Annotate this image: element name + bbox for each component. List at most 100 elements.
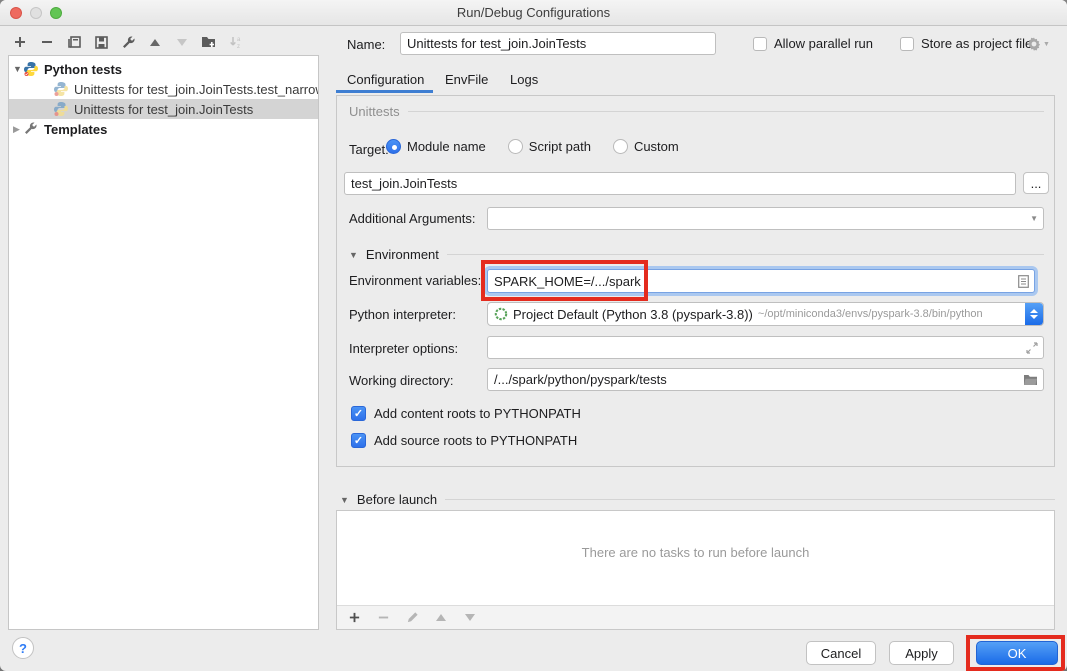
name-input[interactable] — [401, 33, 715, 54]
cancel-button[interactable]: Cancel — [806, 641, 876, 665]
tree-item-label: Unittests for test_join.JoinTests — [74, 102, 253, 117]
move-up-button[interactable] — [147, 34, 163, 50]
working-directory-input[interactable] — [488, 369, 1023, 390]
configurations-tree: ▼ Python tests Unittests for test_join.J… — [8, 55, 319, 630]
combo-stepper-icon[interactable] — [1025, 303, 1043, 325]
ok-button[interactable]: OK — [976, 641, 1058, 665]
wrench-icon — [121, 35, 136, 50]
edit-templates-button[interactable] — [120, 34, 136, 50]
sort-configurations-button[interactable]: az — [228, 34, 244, 50]
radio-custom-label: Custom — [634, 139, 679, 154]
before-launch-title: Before launch — [357, 492, 437, 507]
module-field-wrap — [344, 172, 1016, 195]
title-bar: Run/Debug Configurations — [0, 0, 1067, 26]
tree-item-templates[interactable]: ▶ Templates — [9, 119, 318, 139]
move-task-down-button[interactable] — [462, 610, 478, 626]
new-folder-button[interactable] — [201, 34, 217, 50]
before-launch-toolbar — [337, 605, 1054, 629]
add-content-roots-label: Add content roots to PYTHONPATH — [374, 406, 581, 421]
target-label: Target: — [349, 142, 389, 157]
tree-item-python-tests[interactable]: ▼ Python tests — [9, 59, 318, 79]
chevron-down-icon[interactable]: ▼ — [13, 64, 23, 74]
radio-module-name-label: Module name — [407, 139, 486, 154]
chevron-right-icon[interactable]: ▶ — [13, 124, 23, 135]
add-source-roots-checkbox[interactable]: ✓ Add source roots to PYTHONPATH — [351, 433, 577, 448]
configurations-toolbar: az — [12, 31, 244, 53]
radio-custom[interactable] — [613, 139, 628, 154]
copy-icon — [67, 35, 82, 50]
chevron-down-icon: ▼ — [340, 495, 349, 505]
close-window-button[interactable] — [10, 7, 22, 19]
radio-script-path[interactable] — [508, 139, 523, 154]
before-launch-section-header[interactable]: ▼ Before launch — [340, 492, 1055, 507]
remove-icon — [40, 35, 54, 49]
move-down-icon — [177, 39, 187, 46]
python-interpreter-select[interactable]: Project Default (Python 3.8 (pyspark-3.8… — [487, 302, 1044, 326]
save-configuration-button[interactable] — [93, 34, 109, 50]
remove-configuration-button[interactable] — [39, 34, 55, 50]
move-down-button[interactable] — [174, 34, 190, 50]
additional-arguments-label: Additional Arguments: — [349, 211, 475, 226]
add-configuration-button[interactable] — [12, 34, 28, 50]
add-icon — [13, 35, 27, 49]
add-content-roots-checkbox[interactable]: ✓ Add content roots to PYTHONPATH — [351, 406, 581, 421]
before-launch-panel: There are no tasks to run before launch — [336, 510, 1055, 630]
copy-configuration-button[interactable] — [66, 34, 82, 50]
add-source-roots-label: Add source roots to PYTHONPATH — [374, 433, 577, 448]
run-debug-configurations-dialog: Run/Debug Configurations az ▼ — [0, 0, 1067, 671]
history-chevron-icon[interactable]: ▼ — [1030, 214, 1043, 223]
svg-text:z: z — [237, 44, 240, 49]
python-test-icon — [53, 101, 69, 117]
additional-arguments-input[interactable] — [488, 208, 1030, 229]
environment-variables-field-wrap — [487, 269, 1035, 293]
tree-item-label: Unittests for test_join.JoinTests.test_n… — [74, 82, 319, 97]
module-name-input[interactable] — [345, 173, 1015, 194]
zoom-window-button[interactable] — [50, 7, 62, 19]
tab-envfile[interactable]: EnvFile — [445, 72, 488, 87]
tree-item-label: Templates — [44, 122, 107, 137]
interpreter-options-input[interactable] — [488, 337, 1026, 358]
radio-module-name[interactable] — [386, 139, 401, 154]
interpreter-options-label: Interpreter options: — [349, 341, 458, 356]
add-task-button[interactable] — [346, 610, 362, 626]
save-icon — [94, 35, 109, 50]
unittests-group-title: Unittests — [349, 104, 400, 119]
target-radio-group: Module name Script path Custom — [386, 139, 701, 154]
tab-logs[interactable]: Logs — [510, 72, 538, 87]
tab-configuration[interactable]: Configuration — [347, 72, 424, 87]
radio-script-path-label: Script path — [529, 139, 591, 154]
browse-module-button[interactable]: ... — [1023, 172, 1049, 194]
chevron-down-icon: ▼ — [1043, 41, 1050, 48]
tree-item-unittests-test-narrow[interactable]: Unittests for test_join.JoinTests.test_n… — [9, 79, 318, 99]
python-tests-icon — [23, 61, 39, 77]
help-button[interactable]: ? — [12, 637, 34, 659]
allow-parallel-run-label: Allow parallel run — [774, 36, 873, 51]
folder-icon[interactable] — [1023, 374, 1038, 386]
environment-section-header[interactable]: ▼ Environment — [349, 247, 1044, 262]
active-tab-underline — [336, 90, 433, 93]
configuration-panel: Unittests Target: Module name Script pat… — [336, 95, 1055, 467]
allow-parallel-run-checkbox[interactable]: Allow parallel run — [753, 36, 873, 51]
edit-task-button[interactable] — [404, 610, 420, 626]
sort-icon: az — [228, 35, 244, 49]
checkbox-unchecked-icon — [900, 37, 914, 51]
tree-item-label: Python tests — [44, 62, 122, 77]
interpreter-options-field-wrap — [487, 336, 1044, 359]
move-task-up-button[interactable] — [433, 610, 449, 626]
tree-item-unittests-jointests[interactable]: Unittests for test_join.JoinTests — [9, 99, 318, 119]
environment-variables-label: Environment variables: — [349, 273, 481, 288]
remove-task-button[interactable] — [375, 610, 391, 626]
window-title: Run/Debug Configurations — [457, 5, 610, 20]
checkbox-unchecked-icon — [753, 37, 767, 51]
checkbox-checked-icon: ✓ — [351, 433, 366, 448]
store-as-project-file-checkbox[interactable]: Store as project file — [900, 36, 1032, 51]
minimize-window-button[interactable] — [30, 7, 42, 19]
working-directory-field-wrap — [487, 368, 1044, 391]
env-list-icon[interactable] — [1018, 275, 1029, 288]
store-options-button[interactable]: ▼ — [1026, 36, 1050, 52]
wrench-icon — [23, 121, 39, 137]
expand-icon[interactable] — [1026, 342, 1038, 354]
environment-variables-input[interactable] — [488, 270, 1018, 292]
python-test-icon — [53, 81, 69, 97]
apply-button[interactable]: Apply — [889, 641, 954, 665]
